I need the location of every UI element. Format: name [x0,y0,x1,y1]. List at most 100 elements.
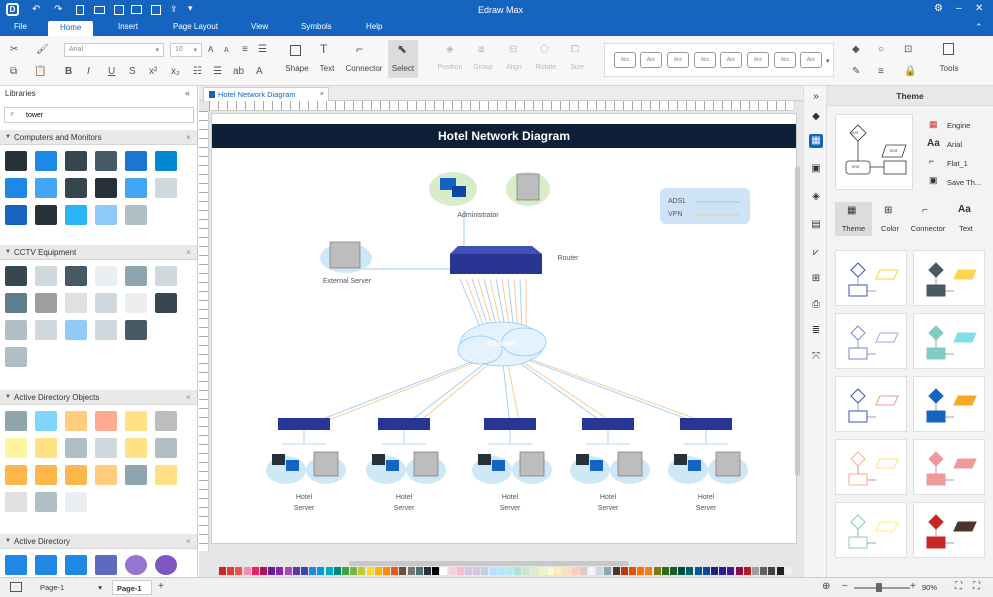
palette-swatch-13[interactable] [325,567,333,575]
size-icon[interactable]: ⧠ [571,44,579,56]
tools-button[interactable]: Tools [934,64,964,73]
menu-file[interactable]: File [14,22,27,31]
rotate-button[interactable]: Rotate [530,64,562,71]
tools-icon[interactable] [943,43,954,55]
palette-swatch-33[interactable] [489,567,497,575]
library-shape-2-0-1[interactable] [35,411,57,431]
palette-swatch-45[interactable] [588,567,595,575]
library-shape-3-0-0[interactable] [5,555,27,575]
library-shape-0-1-0[interactable] [5,178,27,198]
align-button[interactable]: Align [500,64,528,71]
palette-swatch-53[interactable] [653,567,661,575]
superscript-icon[interactable]: x² [149,66,157,78]
style-box-1[interactable]: Abc [614,52,636,68]
palette-swatch-3[interactable] [243,567,251,575]
select-arrow-icon[interactable]: ⬉ [397,43,407,55]
library-shape-2-3-2[interactable] [65,492,87,512]
palette-swatch-62[interactable] [727,567,735,575]
palette-swatch-51[interactable] [637,567,645,575]
palette-swatch-37[interactable] [522,567,530,575]
palette-swatch-34[interactable] [497,567,505,575]
palette-swatch-52[interactable] [645,567,653,575]
library-shape-1-0-0[interactable] [5,266,27,286]
crop-icon[interactable]: ⊡ [904,44,912,56]
page-view-icon[interactable] [10,582,22,592]
theme-card-5[interactable] [913,376,985,432]
more-icon[interactable]: ▾ [188,3,193,14]
palette-swatch-44[interactable] [579,567,587,575]
library-shape-1-2-0[interactable] [5,320,27,340]
library-shape-2-1-2[interactable] [65,438,87,458]
library-shape-3-0-4[interactable] [125,555,147,575]
collapse-panel-icon[interactable]: « [185,88,190,98]
zoom-slider-track[interactable] [854,587,910,589]
palette-swatch-49[interactable] [620,567,628,575]
library-shape-1-2-2[interactable] [65,320,87,340]
library-shape-0-1-3[interactable] [95,178,117,198]
palette-swatch-58[interactable] [694,567,702,575]
library-shape-3-0-2[interactable] [65,555,87,575]
position-icon[interactable]: ◈ [446,44,454,56]
palette-swatch-29[interactable] [456,567,464,575]
library-shape-2-1-4[interactable] [125,438,147,458]
palette-swatch-23[interactable] [407,567,415,575]
category-collapse-icon-2[interactable]: ▼ [5,249,11,255]
palette-swatch-25[interactable] [424,567,431,575]
paste-icon[interactable]: 📋 [34,66,46,78]
zoom-in-icon[interactable]: + [910,581,916,592]
library-shape-1-2-1[interactable] [35,320,57,340]
library-shape-2-0-2[interactable] [65,411,87,431]
zoom-slider-handle[interactable] [876,583,882,592]
library-shape-3-0-1[interactable] [35,555,57,575]
library-shape-1-2-4[interactable] [125,320,147,340]
palette-swatch-22[interactable] [399,567,407,575]
library-shape-0-2-3[interactable] [95,205,117,225]
library-shape-1-2-3[interactable] [95,320,117,340]
palette-swatch-38[interactable] [530,567,538,575]
theme-card-3[interactable] [913,313,985,369]
style-box-5[interactable]: Abc [720,52,742,68]
text-tool-icon[interactable]: T [320,43,327,55]
palette-swatch-61[interactable] [719,567,727,575]
palette-swatch-7[interactable] [276,567,284,575]
library-shape-0-2-1[interactable] [35,205,57,225]
palette-swatch-16[interactable] [350,567,358,575]
palette-swatch-65[interactable] [752,567,759,575]
style-box-2[interactable]: Abc [640,52,662,68]
palette-swatch-59[interactable] [702,567,710,575]
palette-swatch-18[interactable] [366,567,374,575]
library-shape-2-0-0[interactable] [5,411,27,431]
align-icon[interactable]: ≡ [242,44,248,56]
palette-swatch-11[interactable] [309,567,317,575]
theme-card-7[interactable] [913,439,985,495]
library-shape-2-2-0[interactable] [5,465,27,485]
style-gallery-more-icon[interactable]: ▾ [826,56,830,68]
copy-icon[interactable]: ⧉ [10,66,17,78]
palette-swatch-35[interactable] [506,567,513,575]
comment-panel-icon[interactable]: ≣ [809,324,823,338]
category-close-icon-1[interactable]: × [186,133,191,142]
theme-tab-text[interactable]: Text [951,224,981,233]
palette-swatch-27[interactable] [440,567,448,575]
palette-swatch-15[interactable] [342,567,349,575]
shrink-font-icon[interactable]: A [224,45,229,57]
library-shape-2-1-0[interactable] [5,438,27,458]
fit-page-icon[interactable]: ⛶ [955,581,962,592]
library-shape-0-2-2[interactable] [65,205,87,225]
menu-symbols[interactable]: Symbols [301,22,332,31]
palette-swatch-43[interactable] [571,567,579,575]
subscript-icon[interactable]: x₂ [171,66,180,78]
page-tab[interactable]: Page-1 [112,580,152,595]
fit-panel-icon[interactable]: ⤧ [809,350,823,364]
redo-icon[interactable]: ↷ [54,4,62,15]
share-icon[interactable]: ⇪ [170,4,178,15]
menu-home[interactable]: Home [48,21,94,36]
drawing-page[interactable]: Hotel Network Diagram Administrator Route… [211,113,797,544]
palette-swatch-20[interactable] [383,567,390,575]
palette-swatch-50[interactable] [629,567,636,575]
library-shape-0-0-0[interactable] [5,151,27,171]
palette-swatch-39[interactable] [538,567,546,575]
theme-option-flat[interactable]: Flat_1 [947,159,968,168]
category-collapse-icon-1[interactable]: ▼ [5,134,11,140]
document-tab-close-icon[interactable]: × [320,89,324,98]
